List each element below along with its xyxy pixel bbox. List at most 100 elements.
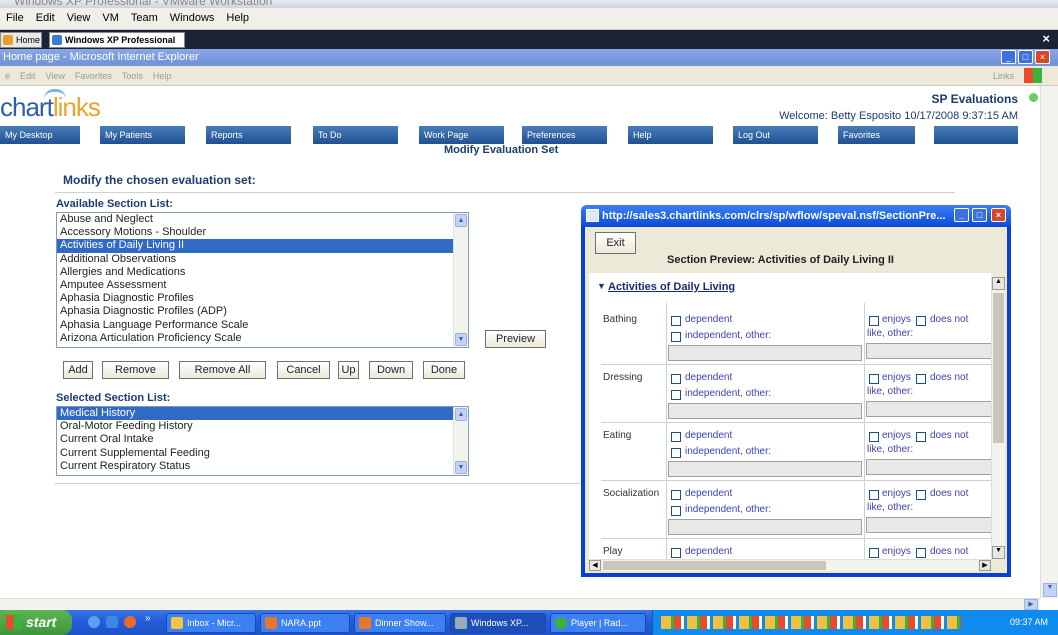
independent-checkbox[interactable] (671, 506, 681, 516)
cancel-button[interactable]: Cancel (277, 361, 330, 379)
scroll-up-icon[interactable]: ▲ (992, 277, 1005, 290)
task-inbox[interactable]: Inbox - Micr... (166, 613, 256, 633)
like-other-input[interactable] (866, 459, 991, 475)
popup-horizontal-scrollbar[interactable]: ◀ ▶ (589, 559, 991, 571)
ie-menu-file[interactable]: e (0, 66, 15, 81)
scroll-down-icon[interactable]: ▼ (992, 546, 1005, 559)
nav-favorites[interactable]: Favorites (838, 126, 915, 144)
independent-checkbox[interactable] (671, 390, 681, 400)
list-item[interactable]: Current Oral Intake (57, 433, 468, 446)
down-button[interactable]: Down (369, 361, 413, 379)
popup-vertical-scrollbar[interactable]: ▲ ▼ (991, 277, 1005, 559)
list-item[interactable]: Aphasia Diagnostic Profiles (ADP) (57, 305, 468, 318)
vm-menu-windows[interactable]: Windows (164, 8, 221, 28)
enjoys-checkbox[interactable] (869, 548, 879, 558)
enjoys-checkbox[interactable] (869, 490, 879, 500)
enjoys-checkbox[interactable] (869, 374, 879, 384)
other-input[interactable] (668, 461, 862, 477)
list-scrollbar[interactable]: ▲ ▼ (453, 407, 468, 475)
nav-preferences[interactable]: Preferences (522, 126, 607, 144)
ie-links[interactable]: Links (993, 71, 1014, 81)
vm-menu-edit[interactable]: Edit (30, 8, 61, 28)
preview-button[interactable]: Preview (485, 330, 546, 348)
nav-help[interactable]: Help (628, 126, 713, 144)
nav-extra[interactable] (934, 126, 1018, 144)
ie-menu-favorites[interactable]: Favorites (70, 66, 117, 81)
scroll-down-icon[interactable]: ▼ (455, 461, 467, 474)
close-icon[interactable]: × (991, 208, 1006, 222)
independent-checkbox[interactable] (671, 332, 681, 342)
selected-section-list[interactable]: Medical History Oral-Motor Feeding Histo… (56, 406, 469, 476)
does-not-checkbox[interactable] (916, 374, 926, 384)
list-item[interactable]: Additional Observations (57, 253, 468, 266)
other-input[interactable] (668, 403, 862, 419)
task-nara[interactable]: NARA.ppt (260, 613, 350, 633)
available-section-list[interactable]: Abuse and Neglect Accessory Motions - Sh… (56, 212, 469, 348)
like-other-input[interactable] (866, 343, 991, 359)
tray-icons[interactable] (661, 616, 961, 629)
scroll-thumb[interactable] (603, 561, 826, 570)
remove-button[interactable]: Remove (102, 361, 169, 379)
list-item[interactable]: Arizona Articulation Proficiency Scale (57, 332, 468, 345)
close-icon[interactable]: × (1035, 50, 1050, 64)
scroll-up-icon[interactable]: ▲ (455, 214, 467, 227)
up-button[interactable]: Up (338, 361, 359, 379)
done-button[interactable]: Done (423, 361, 465, 379)
dependent-checkbox[interactable] (671, 490, 681, 500)
like-other-input[interactable] (866, 517, 991, 533)
does-not-checkbox[interactable] (916, 548, 926, 558)
maximize-icon[interactable]: □ (972, 208, 987, 222)
other-input[interactable] (668, 519, 862, 535)
independent-checkbox[interactable] (671, 448, 681, 458)
list-item[interactable]: Aphasia Diagnostic Profiles (57, 292, 468, 305)
list-item[interactable]: Oral-Motor Feeding History (57, 420, 468, 433)
like-other-input[interactable] (866, 401, 991, 417)
tab-windows-xp[interactable]: Windows XP Professional (49, 32, 185, 48)
expand-triangle-icon[interactable]: ▼ (597, 281, 606, 291)
list-item-selected[interactable]: Medical History (57, 407, 468, 421)
does-not-checkbox[interactable] (916, 432, 926, 442)
dependent-checkbox[interactable] (671, 432, 681, 442)
nav-to-do[interactable]: To Do (313, 126, 398, 144)
ie-menu-edit[interactable]: Edit (15, 66, 41, 81)
tab-home[interactable]: Home (0, 32, 42, 48)
media-icon[interactable] (124, 616, 136, 628)
list-scrollbar[interactable]: ▲ ▼ (453, 213, 468, 347)
minimize-icon[interactable]: _ (954, 208, 969, 222)
list-item[interactable]: Current Supplemental Feeding (57, 447, 468, 460)
remove-all-button[interactable]: Remove All (179, 361, 266, 379)
does-not-checkbox[interactable] (916, 316, 926, 326)
dependent-checkbox[interactable] (671, 548, 681, 558)
list-item[interactable]: Accessory Motions - Shoulder (57, 226, 468, 239)
scroll-down-icon[interactable]: ▼ (1043, 583, 1057, 597)
exit-button[interactable]: Exit (595, 232, 636, 254)
scroll-left-icon[interactable]: ◀ (589, 560, 601, 571)
nav-work-page[interactable]: Work Page (419, 126, 504, 144)
ie-menu-help[interactable]: Help (148, 66, 177, 81)
task-player[interactable]: Player | Rad... (550, 613, 646, 633)
list-item[interactable]: Aphasia Language Performance Scale (57, 319, 468, 332)
nav-log-out[interactable]: Log Out (733, 126, 818, 144)
start-button[interactable]: start (0, 610, 72, 635)
vm-menu-vm[interactable]: VM (96, 8, 125, 28)
task-windows-xp[interactable]: Windows XP... (450, 613, 546, 633)
ie-menu-view[interactable]: View (41, 66, 70, 81)
nav-reports[interactable]: Reports (206, 126, 291, 144)
dependent-checkbox[interactable] (671, 316, 681, 326)
list-item[interactable]: Allergies and Medications (57, 266, 468, 279)
scroll-down-icon[interactable]: ▼ (455, 333, 467, 346)
ie-icon[interactable] (106, 616, 118, 628)
vm-menu-view[interactable]: View (61, 8, 97, 28)
vm-menu-help[interactable]: Help (220, 8, 255, 28)
scroll-right-icon[interactable]: ▶ (979, 560, 991, 571)
quicklaunch-icon[interactable] (88, 616, 100, 628)
close-icon[interactable]: × (1042, 31, 1050, 46)
vm-menu-team[interactable]: Team (125, 8, 164, 28)
minimize-icon[interactable]: _ (1001, 50, 1016, 64)
does-not-checkbox[interactable] (916, 490, 926, 500)
list-item-selected[interactable]: Activities of Daily Living II (57, 239, 468, 253)
nav-my-patients[interactable]: My Patients (100, 126, 185, 144)
task-dinner-show[interactable]: Dinner Show... (354, 613, 446, 633)
list-item[interactable]: Amputee Assessment (57, 279, 468, 292)
list-item[interactable]: Abuse and Neglect (57, 213, 468, 226)
